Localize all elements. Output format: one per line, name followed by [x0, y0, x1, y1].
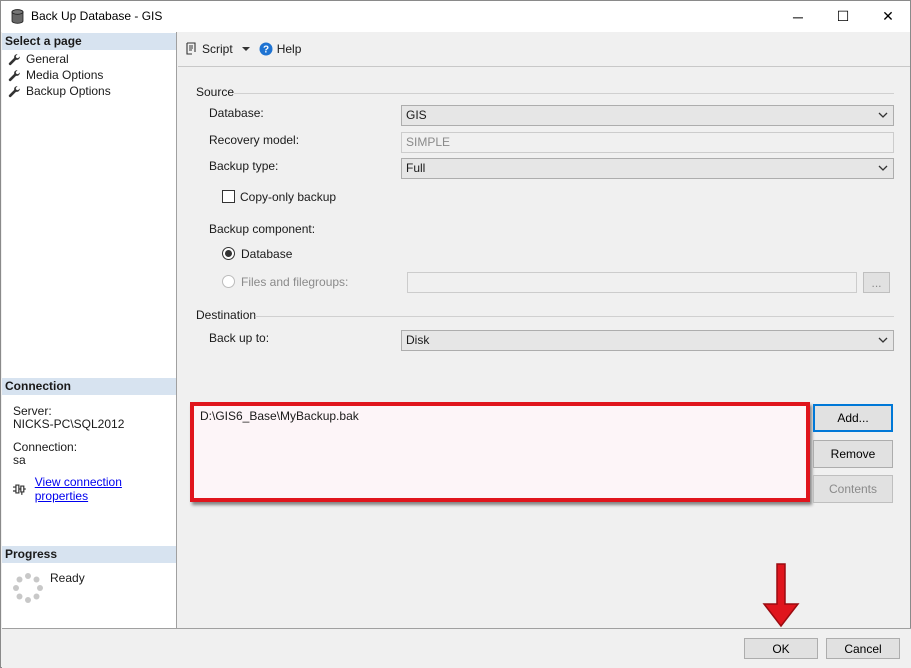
source-group-label: Source	[196, 85, 235, 99]
backup-type-label: Backup type:	[209, 159, 279, 173]
back-up-to-value: Disk	[406, 333, 430, 347]
page-item-label: Backup Options	[26, 84, 111, 98]
script-dropdown[interactable]	[239, 44, 253, 54]
backup-type-combo[interactable]: Full	[401, 158, 894, 179]
component-files-label: Files and filegroups:	[241, 275, 349, 289]
connection-value: sa	[13, 453, 26, 467]
database-value: GIS	[406, 108, 427, 122]
general-page-content: Source Database: GIS Recovery model: SIM…	[178, 66, 910, 628]
select-page-header: Select a page	[2, 33, 176, 50]
page-item-general[interactable]: General	[8, 51, 69, 67]
main-pane: Script ? Help Source Database: GIS Recov…	[178, 32, 910, 628]
wrench-icon	[8, 53, 20, 65]
destination-divider	[255, 316, 894, 317]
dialog-footer: OK Cancel	[2, 628, 911, 668]
list-item[interactable]: D:\GIS6_Base\MyBackup.bak	[200, 409, 800, 423]
progress-header: Progress	[2, 546, 176, 563]
help-icon: ?	[259, 42, 273, 56]
wrench-icon	[8, 69, 20, 81]
remove-button[interactable]: Remove	[813, 440, 893, 468]
progress-status: Ready	[50, 571, 85, 585]
progress-spinner-icon	[13, 573, 43, 603]
ok-button[interactable]: OK	[744, 638, 818, 659]
chevron-down-icon	[878, 337, 888, 343]
title-bar: Back Up Database - GIS ─ ☐ ✕	[1, 1, 910, 32]
source-divider	[234, 93, 894, 94]
script-icon	[186, 42, 196, 55]
view-connection-link[interactable]: View connection properties	[35, 475, 176, 503]
recovery-model-label: Recovery model:	[209, 133, 300, 147]
page-item-media-options[interactable]: Media Options	[8, 67, 103, 83]
chevron-down-icon	[878, 165, 888, 171]
copy-only-label: Copy-only backup	[240, 190, 337, 204]
database-label: Database:	[209, 106, 264, 120]
annotation-arrow-icon	[762, 563, 800, 628]
backup-component-label: Backup component:	[209, 222, 316, 236]
add-button[interactable]: Add...	[813, 404, 893, 432]
dropdown-arrow-icon	[241, 47, 250, 51]
contents-button[interactable]: Contents	[813, 475, 893, 503]
page-item-backup-options[interactable]: Backup Options	[8, 83, 111, 99]
backup-type-value: Full	[406, 161, 426, 175]
database-icon	[11, 9, 24, 24]
help-button[interactable]: ? Help	[259, 42, 302, 56]
database-combo[interactable]: GIS	[401, 105, 894, 126]
back-up-to-label: Back up to:	[209, 331, 270, 345]
help-label: Help	[276, 42, 302, 56]
connection-header: Connection	[2, 378, 176, 395]
destination-path-list[interactable]: D:\GIS6_Base\MyBackup.bak	[190, 402, 810, 502]
component-files-radio[interactable]	[222, 275, 235, 288]
window-title: Back Up Database - GIS	[31, 9, 163, 23]
close-button[interactable]: ✕	[865, 1, 911, 32]
wrench-icon	[8, 85, 20, 97]
left-pane: Select a page General Media Options Back…	[2, 32, 177, 628]
minimize-button[interactable]: ─	[775, 1, 821, 32]
files-browse-button[interactable]: ...	[863, 272, 890, 293]
backup-dialog-window: Back Up Database - GIS ─ ☐ ✕ Select a pa…	[0, 0, 911, 668]
page-item-label: Media Options	[26, 68, 104, 82]
script-label: Script	[202, 42, 233, 56]
recovery-model-field: SIMPLE	[401, 132, 894, 153]
destination-group-label: Destination	[196, 308, 257, 322]
page-item-label: General	[26, 52, 69, 66]
component-database-label: Database	[241, 247, 293, 261]
view-connection-properties[interactable]: View connection properties	[12, 475, 176, 503]
copy-only-checkbox[interactable]	[222, 190, 235, 203]
script-button[interactable]: Script	[184, 42, 233, 56]
cancel-button[interactable]: Cancel	[826, 638, 900, 659]
svg-text:?: ?	[263, 45, 269, 56]
toolbar: Script ? Help	[178, 32, 910, 66]
chevron-down-icon	[878, 112, 888, 118]
back-up-to-combo[interactable]: Disk	[401, 330, 894, 351]
maximize-button[interactable]: ☐	[820, 1, 866, 32]
component-database-radio[interactable]	[222, 247, 235, 260]
server-value: NICKS-PC\SQL2012	[13, 417, 125, 431]
files-filegroups-field	[407, 272, 857, 293]
connection-plug-icon	[12, 483, 26, 495]
